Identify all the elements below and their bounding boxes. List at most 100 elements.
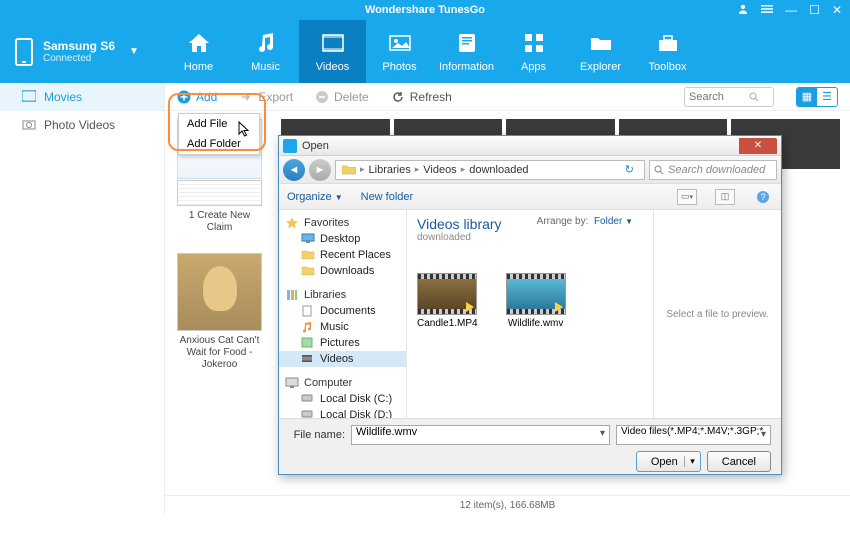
search-input[interactable] bbox=[689, 91, 749, 103]
cancel-button[interactable]: Cancel bbox=[707, 451, 771, 472]
titlebar: Wondershare TunesGo — ☐ ✕ bbox=[0, 0, 850, 20]
cursor-icon bbox=[238, 121, 252, 139]
nav-diskd[interactable]: Local Disk (D:) bbox=[279, 407, 406, 418]
sidebar: Movies Photo Videos bbox=[0, 83, 165, 515]
dialog-body: Favorites Desktop Recent Places Download… bbox=[279, 210, 781, 418]
close-icon[interactable]: ✕ bbox=[832, 3, 842, 17]
nav-home-label: Home bbox=[184, 61, 213, 73]
nav-music[interactable]: Music bbox=[232, 20, 299, 83]
video-thumbs-row2: Anxious Cat Can't Wait for Food - Jokero… bbox=[177, 253, 262, 371]
file-view[interactable]: Videos library downloaded Arrange by: Fo… bbox=[407, 210, 653, 418]
search-icon bbox=[749, 92, 759, 102]
status-bar: 12 item(s), 166.68MB bbox=[165, 495, 850, 515]
thumb-caption: 1 Create New Claim bbox=[177, 210, 262, 234]
dialog-app-icon bbox=[283, 139, 297, 153]
crumb[interactable]: Videos bbox=[423, 164, 456, 176]
information-icon bbox=[455, 31, 479, 55]
nav-apps-label: Apps bbox=[521, 61, 546, 73]
device-selector[interactable]: Samsung S6 Connected ▼ bbox=[0, 38, 165, 66]
nav-documents[interactable]: Documents bbox=[279, 303, 406, 319]
nav-diskc[interactable]: Local Disk (C:) bbox=[279, 391, 406, 407]
grid-view-icon[interactable]: ▦ bbox=[797, 88, 817, 106]
filename-label: File name: bbox=[289, 429, 345, 441]
dialog-search-placeholder: Search downloaded bbox=[668, 164, 765, 176]
thumb-image bbox=[177, 180, 262, 206]
nav-home[interactable]: Home bbox=[165, 20, 232, 83]
maximize-icon[interactable]: ☐ bbox=[809, 3, 820, 17]
search-field[interactable] bbox=[684, 87, 774, 107]
delete-label: Delete bbox=[334, 90, 369, 104]
nav-photos-label: Photos bbox=[382, 61, 416, 73]
video-thumb[interactable]: Anxious Cat Can't Wait for Food - Jokero… bbox=[177, 253, 262, 371]
device-status: Connected bbox=[43, 53, 115, 64]
preview-text: Select a file to preview. bbox=[666, 309, 768, 320]
status-text: 12 item(s), 166.68MB bbox=[460, 500, 556, 511]
open-button[interactable]: Open bbox=[636, 451, 701, 472]
menu-icon[interactable] bbox=[761, 3, 773, 17]
open-dialog: Open ✕ ◄ ► ▸Libraries ▸Videos ▸downloade… bbox=[278, 135, 782, 475]
new-folder-button[interactable]: New folder bbox=[361, 191, 414, 203]
nav-explorer-label: Explorer bbox=[580, 61, 621, 73]
nav-information[interactable]: Information bbox=[433, 20, 500, 83]
dialog-footer: File name: Wildlife.wmv Video files(*.MP… bbox=[279, 418, 781, 474]
forward-button[interactable]: ► bbox=[309, 159, 331, 181]
sidebar-movies-label: Movies bbox=[44, 90, 82, 104]
nav-favorites[interactable]: Favorites bbox=[279, 215, 406, 231]
dialog-titlebar[interactable]: Open ✕ bbox=[279, 136, 781, 156]
filetype-filter[interactable]: Video files(*.MP4;*.M4V;*.3GP;* bbox=[616, 425, 771, 445]
minimize-icon[interactable]: — bbox=[785, 3, 797, 17]
back-button[interactable]: ◄ bbox=[283, 159, 305, 181]
list-view-icon[interactable]: ☰ bbox=[817, 88, 837, 106]
nav-computer[interactable]: Computer bbox=[279, 375, 406, 391]
preview-pane: Select a file to preview. bbox=[653, 210, 781, 418]
breadcrumb[interactable]: ▸Libraries ▸Videos ▸downloaded ↻ bbox=[335, 160, 645, 180]
nav-photos[interactable]: Photos bbox=[366, 20, 433, 83]
refresh-button[interactable]: Refresh bbox=[391, 90, 452, 104]
preview-pane-button[interactable]: ◫ bbox=[715, 189, 735, 205]
dialog-search[interactable]: Search downloaded bbox=[649, 160, 777, 180]
sidebar-item-photo-videos[interactable]: Photo Videos bbox=[0, 111, 164, 139]
dialog-files: Videos library downloaded Arrange by: Fo… bbox=[407, 210, 781, 418]
path-refresh-icon[interactable]: ↻ bbox=[625, 163, 634, 176]
crumb[interactable]: Libraries bbox=[369, 164, 411, 176]
nav-toolbox[interactable]: Toolbox bbox=[634, 20, 701, 83]
view-mode-button[interactable]: ▭ ▾ bbox=[677, 189, 697, 205]
nav-videos[interactable]: Videos bbox=[279, 351, 406, 367]
explorer-icon bbox=[589, 31, 613, 55]
dialog-close-button[interactable]: ✕ bbox=[739, 138, 777, 154]
nav-libraries[interactable]: Libraries bbox=[279, 287, 406, 303]
apps-icon bbox=[522, 31, 546, 55]
app-title: Wondershare TunesGo bbox=[365, 4, 485, 16]
file-item[interactable]: Candle1.MP4 bbox=[417, 273, 478, 329]
filename-input[interactable]: Wildlife.wmv bbox=[351, 425, 610, 445]
sidebar-item-movies[interactable]: Movies bbox=[0, 83, 164, 111]
file-item[interactable]: Wildlife.wmv bbox=[506, 273, 566, 329]
nav-pictures[interactable]: Pictures bbox=[279, 335, 406, 351]
add-button[interactable]: Add bbox=[177, 90, 217, 104]
dialog-toolbar: Organize ▼ New folder ▭ ▾ ◫ ? bbox=[279, 184, 781, 210]
nav-downloads[interactable]: Downloads bbox=[279, 263, 406, 279]
top-nav: Home Music Videos Photos Information App… bbox=[165, 20, 701, 83]
file-name: Candle1.MP4 bbox=[417, 318, 478, 329]
view-toggle[interactable]: ▦ ☰ bbox=[796, 87, 838, 107]
user-icon[interactable] bbox=[737, 3, 749, 17]
library-subtitle: downloaded bbox=[417, 232, 643, 243]
organize-button[interactable]: Organize ▼ bbox=[287, 191, 343, 203]
add-label: Add bbox=[196, 90, 217, 104]
crumb[interactable]: downloaded bbox=[469, 164, 528, 176]
phone-icon bbox=[15, 38, 33, 66]
help-icon[interactable]: ? bbox=[753, 189, 773, 205]
nav-recent[interactable]: Recent Places bbox=[279, 247, 406, 263]
arrange-by[interactable]: Arrange by: Folder ▼ bbox=[537, 216, 633, 227]
nav-toolbox-label: Toolbox bbox=[649, 61, 687, 73]
toolbox-icon bbox=[656, 31, 680, 55]
file-name: Wildlife.wmv bbox=[508, 318, 564, 329]
svg-text:?: ? bbox=[760, 192, 765, 202]
nav-apps[interactable]: Apps bbox=[500, 20, 567, 83]
nav-music[interactable]: Music bbox=[279, 319, 406, 335]
nav-desktop[interactable]: Desktop bbox=[279, 231, 406, 247]
nav-videos[interactable]: Videos bbox=[299, 20, 366, 83]
export-button[interactable]: Export bbox=[239, 90, 293, 104]
delete-button[interactable]: Delete bbox=[315, 90, 369, 104]
nav-explorer[interactable]: Explorer bbox=[567, 20, 634, 83]
